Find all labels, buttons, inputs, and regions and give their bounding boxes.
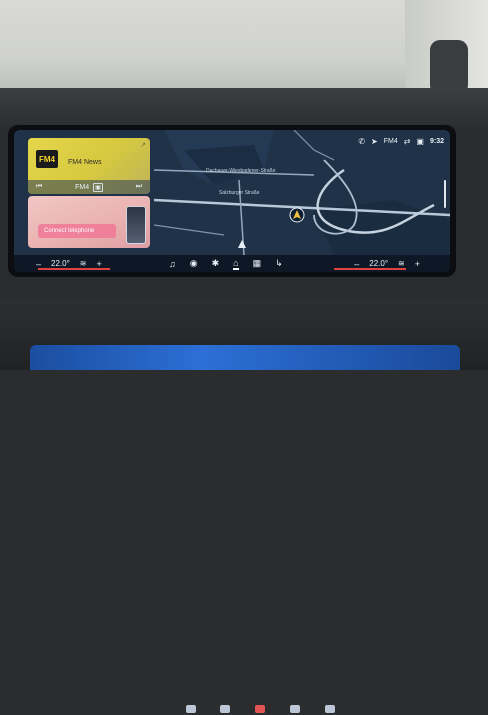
apps-grid-icon[interactable]: ▦ [253, 258, 262, 269]
media-title: FM4 News [68, 159, 102, 166]
navigation-arrow-icon: ➤ [371, 136, 378, 146]
previous-icon[interactable]: ⏮ [36, 183, 42, 191]
media-widget[interactable]: FM4 FM4 News ↗ ⏮ FM4 ▣ ⏭ [28, 138, 150, 194]
phone-icon: ✆ [358, 136, 366, 146]
seat-heating-icon[interactable]: ≋ [398, 259, 405, 268]
left-heat-indicator [38, 268, 110, 270]
climate-buttons [180, 703, 370, 715]
dashboard-top [0, 88, 488, 128]
clock: 9:32 [429, 137, 444, 145]
right-temp-plus-button[interactable]: + [415, 259, 420, 269]
music-icon[interactable]: ♫ [169, 259, 176, 269]
fan-icon[interactable]: ✱ [212, 258, 220, 269]
left-temp-plus-button[interactable]: + [97, 259, 102, 269]
media-station-label: FM4 [75, 183, 90, 191]
right-heat-indicator [334, 268, 406, 270]
link-icon: ⇄ [403, 136, 411, 146]
station-logo: FM4 [36, 150, 58, 168]
media-icon: ▣ [416, 136, 424, 146]
hazard-button[interactable] [255, 705, 265, 713]
right-temperature[interactable]: 22.0° [369, 259, 388, 268]
infotainment-screen: Dachauer-Wiesbadener-Straße Salzburger S… [14, 130, 450, 272]
phone-call-icon[interactable]: ↳ [275, 258, 283, 269]
climate-button[interactable] [186, 705, 196, 713]
climate-button[interactable] [290, 705, 300, 713]
phone-widget[interactable]: Connect telephone [28, 196, 150, 248]
right-temp-minus-button[interactable]: – [354, 259, 359, 269]
left-temperature[interactable]: 22.0° [51, 259, 70, 268]
road-label: Dachauer-Wiesbadener-Straße [206, 168, 276, 174]
smartphone-icon [126, 206, 146, 244]
connect-telephone-button[interactable]: Connect telephone [38, 224, 116, 238]
expand-icon[interactable]: ↗ [140, 141, 146, 149]
scrollbar[interactable] [444, 180, 446, 208]
radio-icon: ▣ [93, 182, 103, 192]
left-temp-minus-button[interactable]: – [36, 259, 41, 269]
target-icon[interactable]: ◉ [190, 258, 198, 269]
ambient-light-strip [30, 345, 460, 713]
status-station: FM4 [383, 137, 398, 145]
road-label: Salzburger Straße [219, 190, 260, 196]
media-station: FM4 ▣ [75, 182, 103, 192]
side-mirror [430, 40, 468, 95]
climate-button[interactable] [325, 705, 335, 713]
media-controls: ⏮ FM4 ▣ ⏭ [28, 180, 150, 194]
next-icon[interactable]: ⏭ [136, 183, 142, 191]
climate-button[interactable] [220, 705, 230, 713]
status-bar: ✆ ➤ FM4 ⇄ ▣ 9:32 [358, 134, 444, 148]
seat-heating-icon[interactable]: ≋ [80, 259, 87, 268]
home-icon[interactable]: ⌂ [233, 258, 239, 270]
app-dock: ♫ ◉ ✱ ⌂ ▦ ↳ [169, 255, 283, 272]
